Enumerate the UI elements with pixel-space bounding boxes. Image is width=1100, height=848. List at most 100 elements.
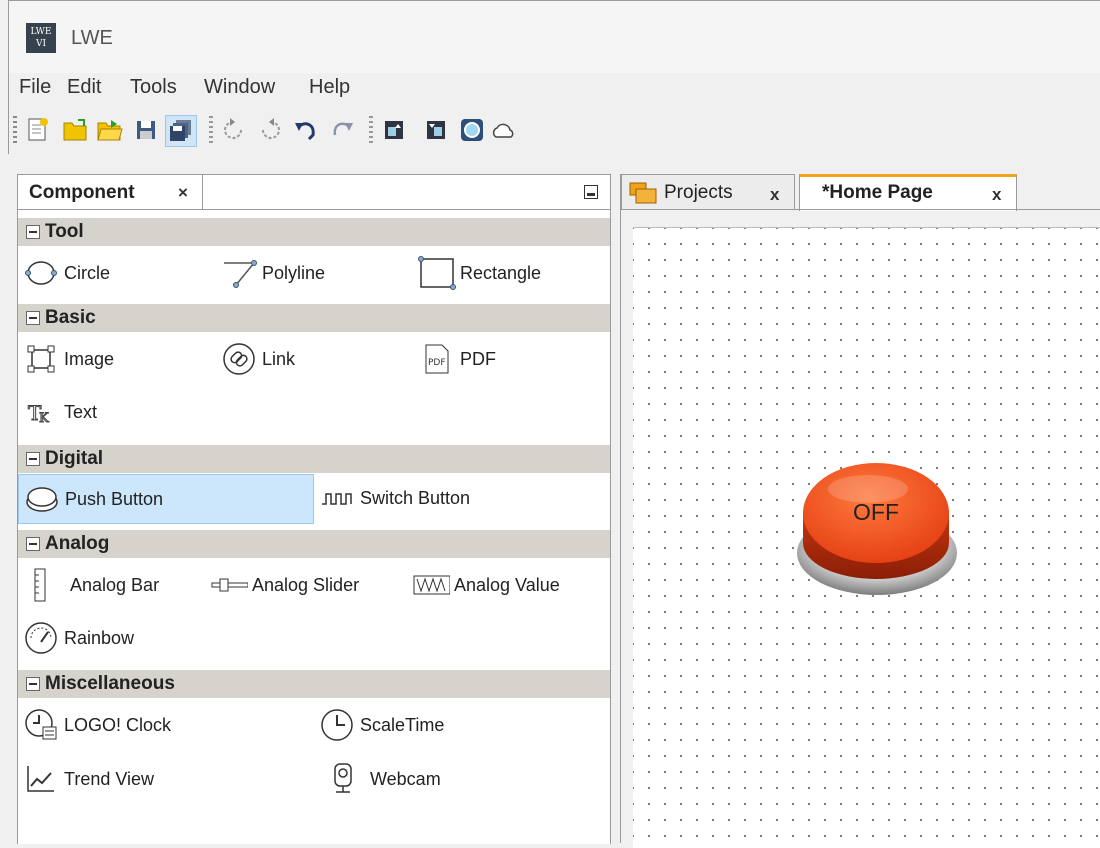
push-button-state-label: OFF	[853, 499, 899, 525]
logo-clock-icon	[22, 707, 60, 743]
new-file-icon[interactable]	[23, 115, 53, 145]
component-trend-view[interactable]: Trend View	[22, 759, 154, 799]
item-label: Rectangle	[460, 262, 542, 283]
save-all-icon[interactable]	[165, 115, 197, 147]
component-tab-label: Component	[29, 182, 135, 203]
item-label: Switch Button	[360, 487, 471, 508]
collapse-icon[interactable]	[26, 225, 40, 239]
tab-label: Projects	[664, 182, 733, 203]
trend-view-icon	[22, 761, 60, 797]
component-webcam[interactable]: Webcam	[324, 759, 441, 799]
item-label: Analog Slider	[252, 574, 360, 595]
item-label: Rainbow	[64, 627, 135, 648]
svg-text:K: K	[39, 411, 49, 426]
component-logo-clock[interactable]: LOGO! Clock	[22, 705, 171, 745]
component-tab[interactable]: Component ×	[18, 175, 203, 210]
cloud-icon[interactable]	[489, 115, 519, 145]
component-analog-bar[interactable]: Analog Bar	[22, 565, 159, 605]
component-polyline[interactable]: Polyline	[220, 253, 325, 293]
analog-value-icon	[412, 567, 450, 603]
rotate-right-icon[interactable]	[255, 115, 285, 145]
panel-tab-strip	[203, 175, 610, 210]
item-label: Analog Bar	[70, 574, 160, 595]
open-folder-icon[interactable]	[95, 115, 125, 145]
category-analog[interactable]: Analog	[18, 530, 610, 558]
design-canvas[interactable]: OFF	[633, 227, 1100, 848]
toolbar-grip[interactable]	[13, 116, 17, 144]
component-scale-time[interactable]: ScaleTime	[318, 705, 444, 745]
redo-icon[interactable]	[327, 115, 357, 145]
component-rainbow[interactable]: Rainbow	[22, 618, 134, 658]
analog-bar-icon	[22, 567, 60, 603]
circle-icon	[22, 255, 60, 291]
category-label: Digital	[45, 448, 104, 469]
component-switch-button[interactable]: Switch Button	[318, 478, 470, 518]
collapse-icon[interactable]	[26, 452, 40, 466]
collapse-icon[interactable]	[26, 537, 40, 551]
close-icon[interactable]: ×	[178, 183, 188, 203]
collapse-icon[interactable]	[26, 677, 40, 691]
toolbar-separator	[369, 116, 373, 144]
download-icon[interactable]	[421, 115, 451, 145]
item-label: PDF	[460, 348, 496, 369]
category-tool[interactable]: Tool	[18, 218, 610, 246]
item-label: Trend View	[64, 768, 155, 789]
canvas-push-button[interactable]: OFF	[793, 457, 959, 599]
collapse-icon[interactable]	[26, 311, 40, 325]
component-analog-slider[interactable]: Analog Slider	[210, 565, 359, 605]
upload-icon[interactable]	[379, 115, 409, 145]
save-icon[interactable]	[131, 115, 161, 145]
component-pdf[interactable]: PDF PDF	[418, 339, 496, 379]
text-icon: TK	[22, 394, 60, 430]
rectangle-icon	[418, 255, 456, 291]
close-icon[interactable]: x	[770, 185, 779, 205]
item-label: LOGO! Clock	[64, 714, 172, 735]
item-label: Webcam	[370, 768, 441, 789]
component-text[interactable]: TK Text	[22, 392, 98, 432]
undo-icon[interactable]	[291, 115, 321, 145]
push-button-icon	[23, 481, 61, 517]
menu-edit[interactable]: Edit	[67, 76, 101, 99]
component-image[interactable]: Image	[22, 339, 114, 379]
component-analog-value[interactable]: Analog Value	[412, 565, 560, 605]
item-label: Polyline	[262, 262, 326, 283]
rotate-left-icon[interactable]	[219, 115, 249, 145]
image-icon	[22, 341, 60, 377]
switch-button-icon	[318, 480, 356, 516]
svg-text:PDF: PDF	[428, 358, 446, 368]
menu-file[interactable]: File	[19, 76, 51, 99]
open-project-icon[interactable]	[60, 115, 90, 145]
category-basic[interactable]: Basic	[18, 304, 610, 332]
menu-help[interactable]: Help	[309, 76, 350, 99]
tab-projects[interactable]: Projects x	[621, 174, 795, 209]
document-area: Projects x *Home Page x OFF	[620, 174, 1100, 848]
pdf-icon: PDF	[418, 341, 456, 377]
menu-bar: File Edit Tools Window Help	[8, 72, 1100, 106]
webcam-icon	[324, 761, 362, 797]
menu-tools[interactable]: Tools	[130, 76, 177, 99]
component-panel: Component × Tool Circle Polyline Rectang…	[17, 174, 611, 844]
category-miscellaneous[interactable]: Miscellaneous	[18, 670, 610, 698]
minimize-icon[interactable]	[584, 185, 598, 199]
link-icon	[220, 341, 258, 377]
component-rectangle[interactable]: Rectangle	[418, 253, 541, 293]
item-label: Push Button	[65, 488, 164, 509]
web-server-icon[interactable]	[457, 115, 487, 145]
menu-window[interactable]: Window	[204, 76, 275, 99]
toolbar	[8, 106, 1100, 154]
app-icon: LWE VI	[26, 23, 56, 53]
tab-label: *Home Page	[822, 182, 933, 203]
component-link[interactable]: Link	[220, 339, 295, 379]
item-label: Circle	[64, 262, 111, 283]
component-circle[interactable]: Circle	[22, 253, 110, 293]
component-push-button[interactable]: Push Button	[18, 474, 314, 524]
category-label: Analog	[45, 533, 110, 554]
polyline-icon	[220, 255, 258, 291]
close-icon[interactable]: x	[992, 185, 1001, 205]
item-label: Text	[64, 401, 98, 422]
rainbow-gauge-icon	[22, 620, 60, 656]
tab-home-page[interactable]: *Home Page x	[799, 174, 1017, 211]
category-digital[interactable]: Digital	[18, 445, 610, 473]
item-label: ScaleTime	[360, 714, 445, 735]
projects-icon	[628, 181, 660, 210]
